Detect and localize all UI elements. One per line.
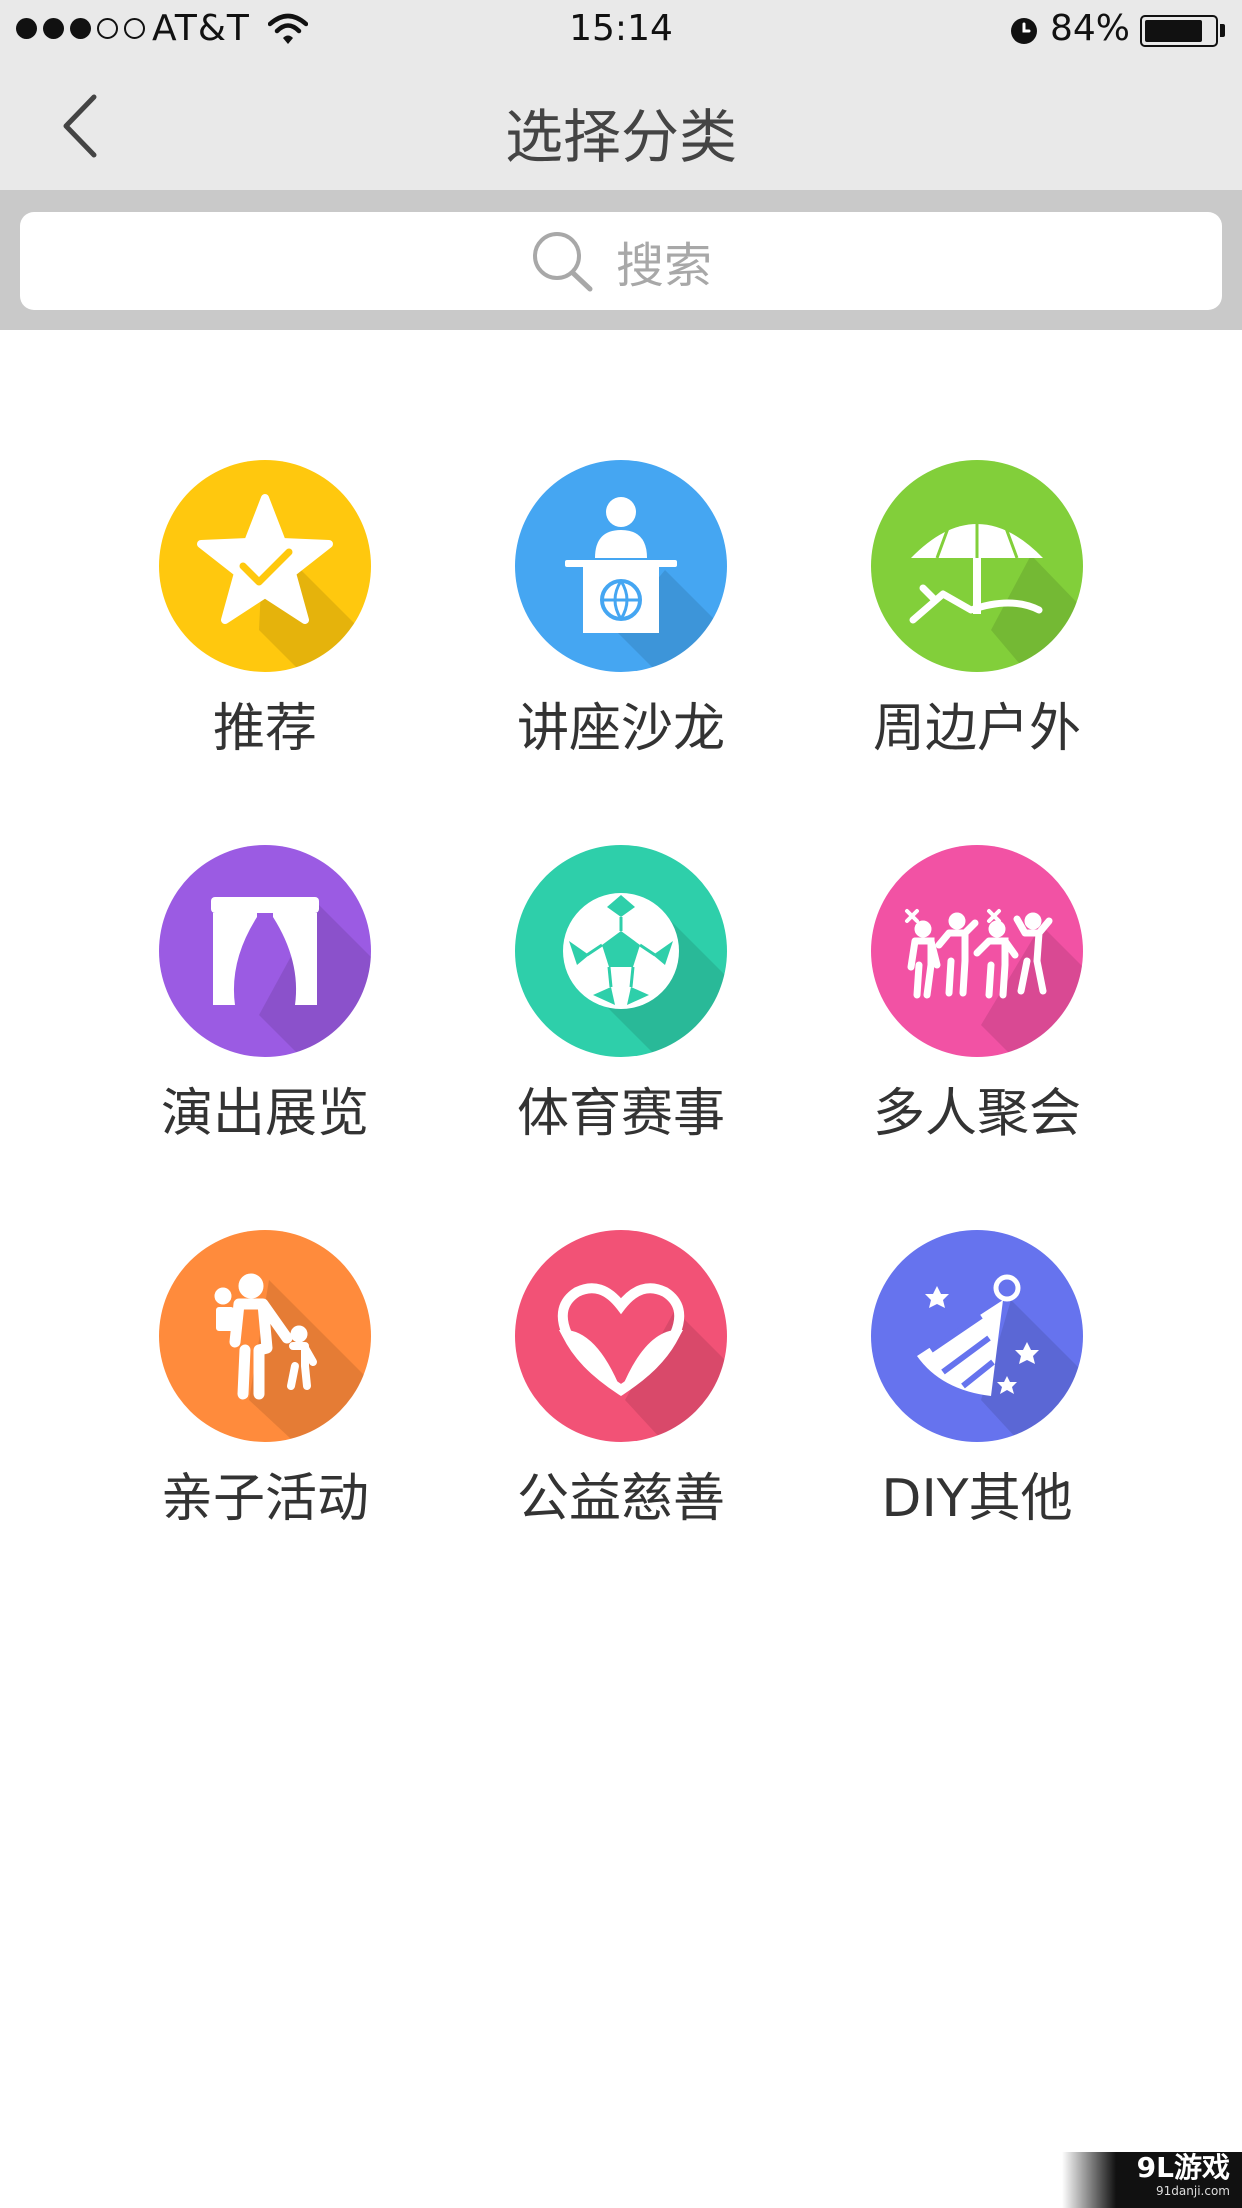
- category-recommend[interactable]: 推荐: [115, 460, 415, 761]
- battery-tip: [1220, 24, 1225, 37]
- status-bar: AT&T 15:14 84%: [0, 0, 1242, 62]
- category-icon-circle: [871, 1230, 1083, 1442]
- search-bar-container: 搜索: [0, 190, 1242, 330]
- party-hat-icon: [917, 1274, 1083, 1442]
- category-icon-circle: [871, 460, 1083, 672]
- category-label: 公益慈善: [516, 1469, 725, 1529]
- watermark-logo: 9L游戏 91danji.com: [1062, 2152, 1242, 2208]
- category-icon-circle: [515, 1230, 727, 1442]
- battery-level: [1145, 20, 1203, 42]
- star-check-icon: [197, 494, 371, 672]
- category-icon-circle: [515, 845, 727, 1057]
- soccer-ball-icon: [563, 893, 727, 1057]
- category-label: 体育赛事: [516, 1084, 725, 1144]
- search-icon: [532, 232, 593, 292]
- stage-curtain-icon: [211, 897, 371, 1057]
- category-label: 多人聚会: [872, 1084, 1081, 1144]
- lecture-podium-icon: [565, 497, 727, 672]
- alarm-clock-icon: [1008, 14, 1040, 50]
- category-icon-circle: [159, 1230, 371, 1442]
- parent-child-icon: [214, 1273, 371, 1442]
- beach-umbrella-icon: [909, 516, 1083, 672]
- search-placeholder: 搜索: [615, 238, 712, 294]
- page-title: 选择分类: [504, 103, 737, 171]
- navigation-bar: 选择分类: [0, 62, 1242, 190]
- category-icon-circle: [159, 460, 371, 672]
- category-label: 亲子活动: [160, 1469, 369, 1529]
- category-parent-child[interactable]: 亲子活动: [115, 1230, 415, 1531]
- category-icon-circle: [159, 845, 371, 1057]
- watermark-sub: 91danji.com: [1156, 2184, 1230, 2198]
- category-charity[interactable]: 公益慈善: [471, 1230, 771, 1531]
- category-label: 讲座沙龙: [516, 699, 725, 759]
- category-lecture-salon[interactable]: 讲座沙龙: [471, 460, 771, 761]
- category-label: DIY其他: [881, 1469, 1073, 1529]
- category-label: 推荐: [212, 699, 317, 759]
- search-input[interactable]: 搜索: [20, 212, 1222, 310]
- category-icon-circle: [871, 845, 1083, 1057]
- battery-icon: [1140, 15, 1218, 47]
- battery-percentage: 84%: [1050, 8, 1131, 49]
- category-diy-other[interactable]: DIY其他: [827, 1230, 1127, 1531]
- category-icon-circle: [515, 460, 727, 672]
- party-people-icon: [905, 909, 1083, 1057]
- category-shows-exhibitions[interactable]: 演出展览: [115, 845, 415, 1146]
- category-label: 周边户外: [872, 699, 1081, 759]
- watermark-main: 9L游戏: [1136, 2151, 1230, 2184]
- category-label: 演出展览: [160, 1084, 369, 1144]
- category-sports[interactable]: 体育赛事: [471, 845, 771, 1146]
- category-outdoor[interactable]: 周边户外: [827, 460, 1127, 761]
- charity-heart-icon: [557, 1283, 727, 1442]
- category-group-party[interactable]: 多人聚会: [827, 845, 1127, 1146]
